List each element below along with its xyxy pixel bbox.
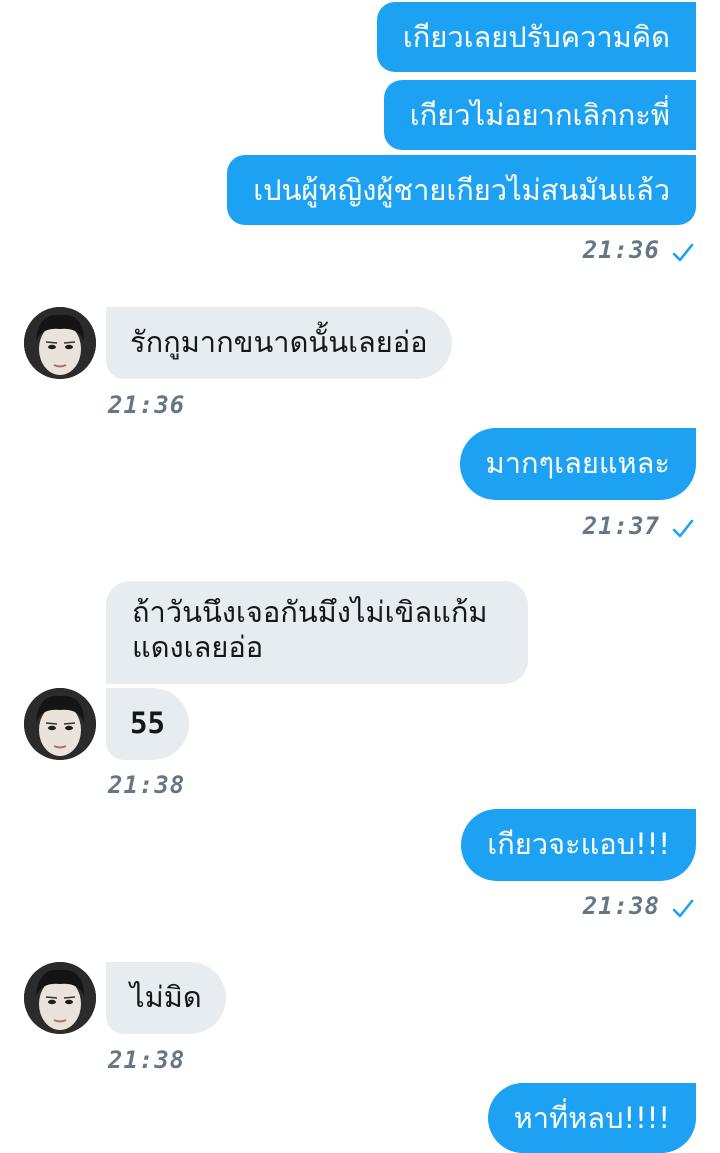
conversation-thread: เกียวเลยปรับความคิด เกียวไม่อยากเลิกกะพี… — [0, 0, 720, 1153]
message-timestamp: 21:36 — [582, 236, 660, 264]
message-timestamp: 21:37 — [582, 512, 660, 540]
outgoing-message[interactable]: เกียวเลยปรับความคิด — [376, 2, 696, 72]
incoming-message[interactable]: ถ้าวันนึงเจอกันมึงไม่เขิลแก้มแดงเลยอ่อ — [106, 581, 528, 684]
message-timestamp: 21:38 — [108, 1046, 186, 1074]
check-icon — [672, 243, 694, 262]
avatar-image — [24, 307, 96, 379]
avatar-image — [24, 962, 96, 1034]
avatar[interactable] — [24, 962, 96, 1034]
message-timestamp: 21:36 — [108, 391, 186, 419]
avatar-image — [24, 688, 96, 760]
incoming-message[interactable]: 55 — [106, 688, 189, 760]
outgoing-message[interactable]: มากๆเลยแหละ — [459, 428, 696, 500]
message-timestamp: 21:38 — [108, 771, 186, 799]
incoming-message[interactable]: รักกูมากขนาดนั้นเลยอ่อ — [106, 307, 452, 379]
avatar[interactable] — [24, 688, 96, 760]
outgoing-message[interactable]: หาที่หลบ!!!! — [487, 1083, 696, 1153]
outgoing-message[interactable]: เปนผู้หญิงผู้ชายเกียวไม่สนมันแล้ว — [227, 155, 696, 225]
outgoing-message[interactable]: เกียวไม่อยากเลิกกะพี่ — [383, 80, 696, 150]
incoming-message[interactable]: ไม่มิด — [106, 962, 226, 1034]
check-icon — [672, 899, 694, 918]
message-timestamp: 21:38 — [582, 892, 660, 920]
avatar[interactable] — [24, 307, 96, 379]
check-icon — [672, 519, 694, 538]
outgoing-message[interactable]: เกียวจะแอบ!!! — [461, 809, 696, 881]
